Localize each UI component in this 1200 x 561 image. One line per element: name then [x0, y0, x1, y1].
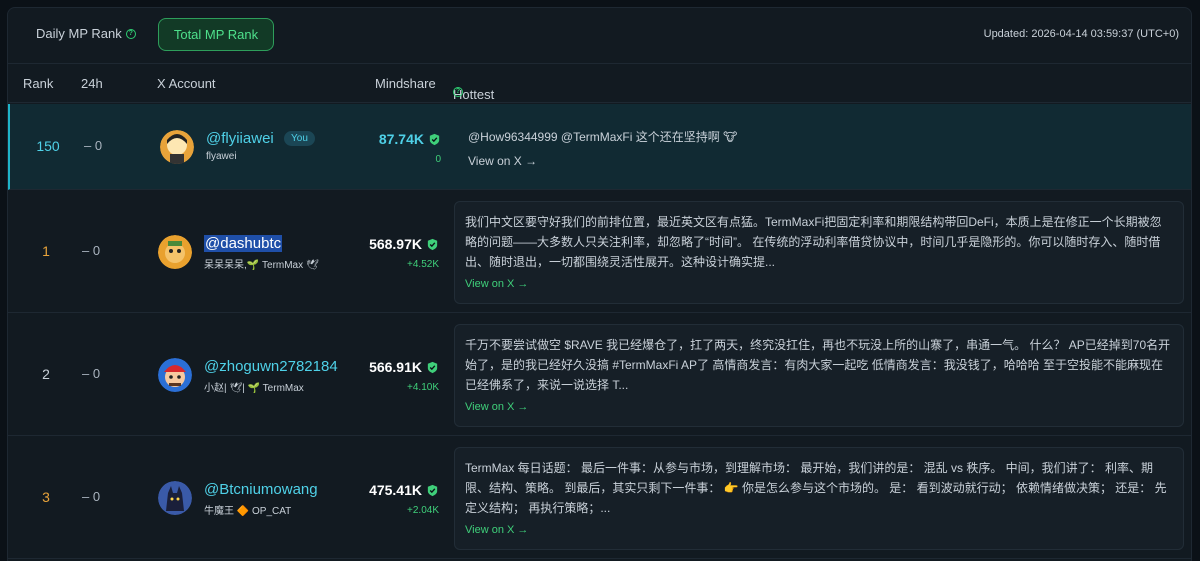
table-row-current-user[interactable]: 150 – 0 @flyiiawei You flyawei 87.74K 0 … — [8, 104, 1191, 190]
rank-change-24h: – 0 — [84, 138, 103, 153]
top-bar: Daily MP Rank ? Total MP Rank Updated: 2… — [8, 8, 1191, 64]
x-handle-link[interactable]: @zhoguwn2782184 — [204, 358, 338, 375]
leaderboard-panel: Daily MP Rank ? Total MP Rank Updated: 2… — [7, 7, 1192, 561]
avatar[interactable] — [160, 130, 194, 164]
mindshare-change: 0 — [435, 154, 441, 165]
display-name: 小赵| 🕊| 🌱 TermMax — [204, 383, 304, 394]
display-name: 呆呆呆呆,🌱 TermMax 🕊 — [204, 260, 319, 271]
col-24h: 24h — [81, 76, 103, 91]
mindshare-cell: 568.97K +4.52K — [338, 191, 439, 313]
tab-total-mp-rank[interactable]: Total MP Rank — [158, 18, 274, 51]
rank-value: 2 — [42, 366, 50, 382]
mindshare-value: 87.74K — [379, 131, 441, 147]
mindshare-cell: 475.41K +2.04K — [338, 437, 439, 559]
view-on-x-link[interactable]: View on X → — [465, 274, 528, 294]
mindshare-number: 87.74K — [378, 131, 424, 147]
help-icon[interactable]: ? — [453, 87, 463, 97]
display-name: 牛魔王 🔶 OP_CAT — [204, 506, 292, 517]
hottest-post-text: @How96344999 @TermMaxFi 这个还在坚持啊 🐮 — [468, 130, 738, 144]
tab-daily-label: Daily MP Rank — [36, 26, 122, 41]
view-on-x-link[interactable]: View on X → — [465, 520, 528, 540]
mindshare-change: +4.52K — [407, 259, 439, 270]
mindshare-number: 475.41K — [369, 482, 422, 498]
hottest-post-card[interactable]: 千万不要尝试做空 $RAVE 我已经爆仓了，扛了两天，终究没扛住，再也不玩没上所… — [454, 324, 1184, 427]
rank-value: 3 — [42, 489, 50, 505]
you-badge: You — [284, 131, 315, 146]
mindshare-value: 475.41K — [369, 482, 439, 498]
col-rank: Rank — [23, 76, 54, 91]
rank-value: 150 — [36, 138, 60, 154]
hottest-post-text: 我们中文区要守好我们的前排位置，最近英文区有点猛。TermMaxFi把固定利率和… — [465, 215, 1162, 269]
tab-daily-mp-rank[interactable]: Daily MP Rank ? — [36, 26, 136, 41]
table-row[interactable]: 1 – 0 @dashubtc 呆呆呆呆,🌱 TermMax 🕊 568.97K… — [8, 191, 1191, 313]
avatar[interactable] — [158, 358, 192, 392]
mindshare-value: 568.97K — [369, 236, 439, 252]
rank-change-24h: – 0 — [82, 489, 101, 504]
display-name: flyawei — [206, 151, 237, 162]
mindshare-change: +4.10K — [407, 382, 439, 393]
updated-timestamp: Updated: 2026-04-14 03:59:37 (UTC+0) — [983, 28, 1179, 40]
col-mindshare: Mindshare — [375, 76, 436, 91]
mindshare-cell: 87.74K 0 — [340, 104, 441, 190]
verified-check-icon — [429, 133, 440, 146]
x-handle-link[interactable]: @Btcniumowang — [204, 481, 318, 498]
verified-check-icon — [427, 361, 438, 374]
x-handle-link[interactable]: @dashubtc — [204, 235, 283, 252]
mindshare-number: 566.91K — [369, 359, 422, 375]
mindshare-cell: 566.91K +4.10K — [338, 314, 439, 436]
rank-change-24h: – 0 — [82, 366, 101, 381]
table-header: Rank 24h X Account Mindshare Hottest Pos… — [8, 65, 1191, 117]
hottest-post-text: 千万不要尝试做空 $RAVE 我已经爆仓了，扛了两天，终究没扛住，再也不玩没上所… — [465, 338, 1171, 392]
view-on-x-link[interactable]: View on X → — [465, 397, 528, 417]
avatar[interactable] — [158, 481, 192, 515]
avatar[interactable] — [158, 235, 192, 269]
mindshare-number: 568.97K — [369, 236, 422, 252]
help-icon[interactable]: ? — [125, 28, 136, 39]
table-row[interactable]: 3 – 0 @Btcniumowang 牛魔王 🔶 OP_CAT 475.41K… — [8, 437, 1191, 559]
hottest-post-card[interactable]: TermMax 每日话题： 最后一件事：从参与市场，到理解市场： 最开始，我们讲… — [454, 447, 1184, 550]
x-handle-link[interactable]: @flyiiawei — [206, 130, 274, 147]
mindshare-value: 566.91K — [369, 359, 439, 375]
rank-value: 1 — [42, 243, 50, 259]
mindshare-change: +2.04K — [407, 505, 439, 516]
verified-check-icon — [427, 238, 438, 251]
hottest-post-text: TermMax 每日话题： 最后一件事：从参与市场，到理解市场： 最开始，我们讲… — [465, 461, 1167, 515]
table-row[interactable]: 2 – 0 @zhoguwn2782184 小赵| 🕊| 🌱 TermMax 5… — [8, 314, 1191, 436]
tab-total-label: Total MP Rank — [173, 27, 259, 42]
verified-check-icon — [427, 484, 438, 497]
view-on-x-link[interactable]: View on X → — [468, 154, 537, 168]
col-x-account: X Account — [157, 76, 216, 91]
hottest-post-card[interactable]: 我们中文区要守好我们的前排位置，最近英文区有点猛。TermMaxFi把固定利率和… — [454, 201, 1184, 304]
rank-change-24h: – 0 — [82, 243, 101, 258]
